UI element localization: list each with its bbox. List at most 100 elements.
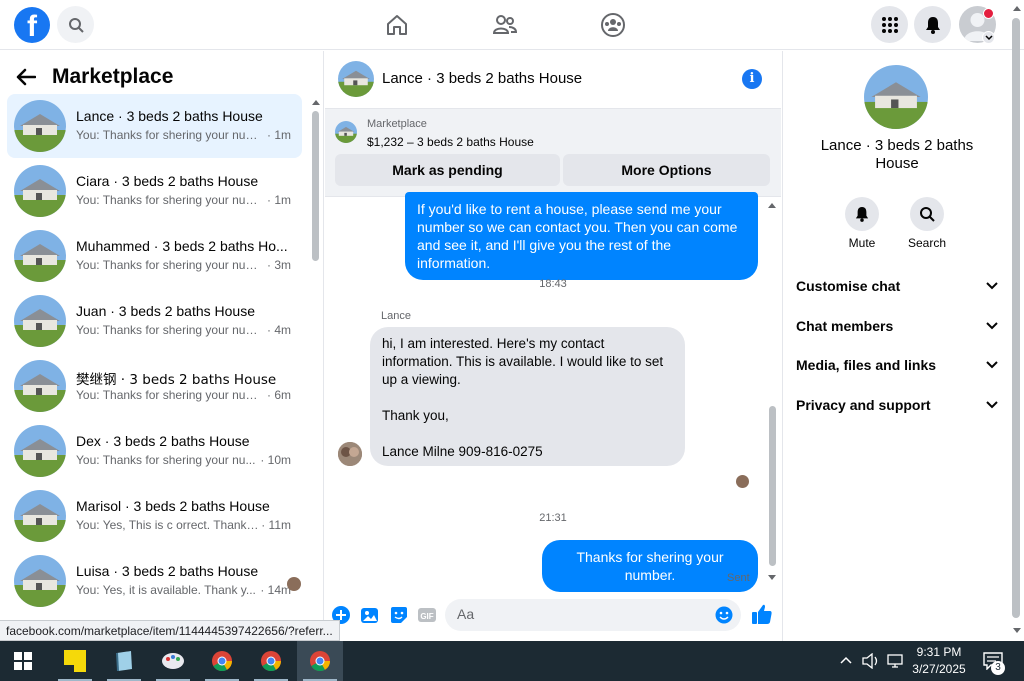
chevron-down-icon [986, 322, 998, 330]
conversation-item[interactable]: Lance · 3 beds 2 baths House You: Thanks… [7, 94, 302, 158]
tray-chevron-up-icon[interactable] [840, 656, 852, 664]
chat-avatar[interactable] [338, 61, 374, 97]
outgoing-message[interactable]: Thanks for shering your number. [542, 540, 758, 592]
search-chat-button[interactable]: Search [897, 197, 957, 250]
timestamp: 18:43 [539, 278, 567, 290]
thumbs-up-icon[interactable] [751, 603, 773, 625]
chat-title[interactable]: Lance · 3 beds 2 baths House [382, 70, 582, 87]
mark-pending-button[interactable]: Mark as pending [335, 154, 560, 186]
photo-icon[interactable] [360, 605, 380, 625]
chevron-down-icon [986, 282, 998, 290]
scrollbar[interactable] [312, 111, 319, 261]
sender-name: Lance [381, 310, 411, 322]
section-media-files-links[interactable]: Media, files and links [796, 354, 998, 376]
taskbar-sticky-notes[interactable] [52, 641, 98, 681]
info-icon[interactable]: i [742, 69, 762, 89]
conversation-snippet: You: Thanks for shering your nu... · 10m [76, 453, 291, 467]
listing-thumbnail [14, 230, 66, 282]
windows-taskbar: 9:31 PM 3/27/2025 3 [0, 641, 1024, 681]
notifications-button[interactable] [914, 6, 951, 43]
conversation-snippet: You: Thanks for shering your num... · 1m [76, 128, 291, 142]
message-composer: GIF [325, 597, 781, 641]
message-input-box[interactable] [445, 599, 741, 631]
clock-time[interactable]: 9:31 PM [906, 645, 972, 659]
more-options-button[interactable]: More Options [563, 154, 770, 186]
conversation-item[interactable]: Muhammed · 3 beds 2 baths Ho... You: Tha… [7, 224, 302, 288]
conversation-snippet: You: Thanks for shering your num... · 1m [76, 193, 291, 207]
taskbar-chrome-3[interactable] [297, 641, 343, 681]
message-input[interactable] [457, 606, 697, 622]
listing-thumbnail [14, 425, 66, 477]
read-receipt-avatar [736, 475, 749, 488]
conversation-snippet: You: Yes, This is c orrect. Thank y... · … [76, 518, 291, 532]
scrollbar[interactable] [769, 406, 776, 566]
volume-icon[interactable] [862, 653, 880, 669]
section-chat-members[interactable]: Chat members [796, 315, 998, 337]
taskbar-chrome-1[interactable] [199, 641, 245, 681]
start-button[interactable] [0, 641, 46, 681]
conversation-snippet: You: Yes, it is available. Thank y... · 1… [76, 583, 291, 597]
conversation-item[interactable]: Luisa · 3 beds 2 baths House You: Yes, i… [7, 549, 302, 613]
menu-grid-button[interactable] [871, 6, 908, 43]
listing-thumbnail [14, 360, 66, 412]
scroll-up-arrow-icon[interactable] [767, 201, 777, 209]
bell-icon [925, 16, 940, 34]
unread-badge [983, 8, 994, 19]
sticker-icon[interactable] [389, 605, 409, 625]
groups-icon[interactable] [600, 12, 626, 38]
listing-thumbnail [14, 490, 66, 542]
listing-thumbnail [14, 555, 66, 607]
chrome-icon [261, 651, 282, 672]
listing-thumbnail [335, 121, 357, 143]
sender-avatar[interactable] [338, 442, 362, 466]
conversation-item[interactable]: Ciara · 3 beds 2 baths House You: Thanks… [7, 159, 302, 223]
palette-icon [162, 653, 184, 669]
chevron-down-icon [986, 361, 998, 369]
scroll-down-arrow-icon[interactable] [1012, 627, 1022, 635]
notebook-icon [116, 651, 132, 672]
emoji-icon[interactable] [715, 606, 733, 624]
incoming-message[interactable]: hi, I am interested. Here's my contact i… [370, 327, 685, 466]
chevron-down-icon [986, 401, 998, 409]
sent-status: Sent [727, 572, 750, 584]
scroll-up-arrow-icon[interactable] [1012, 4, 1022, 12]
section-privacy-support[interactable]: Privacy and support [796, 394, 998, 416]
notification-count-badge: 3 [991, 661, 1005, 675]
back-arrow-icon[interactable] [16, 68, 36, 86]
search-label: Search [907, 236, 947, 250]
page-title: Marketplace [52, 65, 174, 88]
network-icon[interactable] [886, 653, 904, 669]
conversation-snippet: You: Thanks for shering your num... · 4m [76, 323, 291, 337]
conversation-name: 樊继钢 · 3 beds 2 baths House [76, 372, 277, 388]
mute-label: Mute [848, 236, 876, 250]
facebook-logo[interactable]: f [14, 7, 50, 43]
conversation-snippet: You: Thanks for shering your num... · 6m [76, 388, 291, 402]
friends-icon[interactable] [492, 12, 518, 38]
scroll-up-arrow-icon[interactable] [311, 98, 321, 106]
conversation-item[interactable]: Juan · 3 beds 2 baths House You: Thanks … [7, 289, 302, 353]
conversation-item[interactable]: Marisol · 3 beds 2 baths House You: Yes,… [7, 484, 302, 548]
conversation-snippet: You: Thanks for shering your num... · 3m [76, 258, 291, 272]
listing-price[interactable]: $1,232 – 3 beds 2 baths House [367, 135, 534, 149]
home-icon[interactable] [384, 12, 410, 38]
contact-avatar[interactable] [864, 65, 928, 129]
gif-icon[interactable]: GIF [417, 605, 437, 625]
seen-avatar [287, 577, 301, 591]
search-button[interactable] [57, 6, 94, 43]
clock-date[interactable]: 3/27/2025 [906, 662, 972, 676]
windows-icon [14, 652, 32, 670]
outgoing-message[interactable]: If you'd like to rent a house, please se… [405, 192, 758, 280]
taskbar-chrome-2[interactable] [248, 641, 294, 681]
scroll-down-arrow-icon[interactable] [767, 574, 777, 582]
page-scrollbar[interactable] [1012, 18, 1020, 618]
taskbar-app[interactable] [101, 641, 147, 681]
taskbar-paint[interactable] [150, 641, 196, 681]
conversation-item[interactable]: Dex · 3 beds 2 baths House You: Thanks f… [7, 419, 302, 483]
search-icon [68, 17, 84, 33]
conversation-name: Ciara · 3 beds 2 baths House [76, 173, 259, 189]
top-navigation: f [0, 0, 1024, 50]
mute-button[interactable]: Mute [832, 197, 892, 250]
chevron-down-icon[interactable] [982, 31, 995, 44]
conversation-item[interactable]: 樊继钢 · 3 beds 2 baths House You: Thanks f… [7, 354, 302, 418]
section-customise-chat[interactable]: Customise chat [796, 275, 998, 297]
